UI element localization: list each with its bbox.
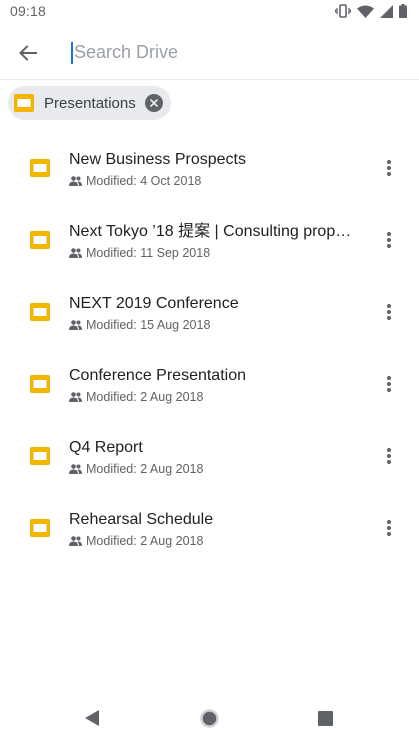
slides-icon — [30, 231, 50, 249]
shared-people-icon — [69, 392, 82, 402]
nav-home-icon[interactable] — [200, 709, 219, 728]
file-title: Conference Presentation — [69, 367, 246, 384]
shared-people-icon — [69, 320, 82, 330]
file-row[interactable]: NEXT 2019 Conference Modified: 15 Aug 20… — [0, 276, 419, 348]
file-title: NEXT 2019 Conference — [69, 295, 239, 312]
file-row[interactable]: Conference Presentation Modified: 2 Aug … — [0, 348, 419, 420]
file-row[interactable]: Rehearsal Schedule Modified: 2 Aug 2018 — [0, 492, 419, 564]
file-meta: Modified: 11 Sep 2018 — [69, 246, 359, 260]
more-options-button[interactable] — [383, 374, 395, 394]
more-vert-icon — [387, 448, 391, 452]
file-text: NEXT 2019 Conference Modified: 15 Aug 20… — [69, 294, 359, 332]
nav-overview-icon[interactable] — [318, 711, 333, 726]
chip-label: Presentations — [44, 94, 136, 112]
shared-people-icon — [69, 464, 82, 474]
more-options-button[interactable] — [383, 518, 395, 538]
file-meta: Modified: 15 Aug 2018 — [69, 318, 359, 332]
file-text: Next Tokyo ’18 提案 | Consulting prop… Mod… — [69, 222, 359, 260]
signal-icon — [380, 4, 393, 18]
slides-icon — [14, 94, 34, 112]
file-modified: Modified: 2 Aug 2018 — [86, 462, 204, 476]
file-modified: Modified: 2 Aug 2018 — [86, 390, 204, 404]
close-icon — [150, 99, 158, 107]
file-title: Q4 Report — [69, 439, 143, 456]
vibrate-icon — [335, 4, 351, 18]
file-meta: Modified: 2 Aug 2018 — [69, 462, 359, 476]
file-title: Next Tokyo ’18 提案 | Consulting prop… — [69, 223, 352, 240]
status-time: 09:18 — [10, 3, 47, 19]
slides-icon — [30, 447, 50, 465]
file-text: New Business Prospects Modified: 4 Oct 2… — [69, 150, 359, 188]
file-text: Rehearsal Schedule Modified: 2 Aug 2018 — [69, 510, 359, 548]
arrow-back-icon — [19, 44, 37, 61]
file-meta: Modified: 2 Aug 2018 — [69, 534, 359, 548]
status-icons — [335, 4, 407, 18]
more-vert-icon — [387, 376, 391, 380]
file-modified: Modified: 4 Oct 2018 — [86, 174, 202, 188]
clear-filter-button[interactable] — [145, 94, 163, 112]
file-title: New Business Prospects — [69, 151, 246, 168]
status-bar: 09:18 — [0, 0, 419, 22]
back-button[interactable] — [0, 26, 56, 80]
more-vert-icon — [387, 160, 391, 164]
file-row[interactable]: Next Tokyo ’18 提案 | Consulting prop… Mod… — [0, 204, 419, 276]
shared-people-icon — [69, 536, 82, 546]
more-options-button[interactable] — [383, 230, 395, 250]
file-row[interactable]: New Business Prospects Modified: 4 Oct 2… — [0, 132, 419, 204]
file-modified: Modified: 2 Aug 2018 — [86, 534, 204, 548]
system-nav-bar — [0, 698, 419, 737]
more-options-button[interactable] — [383, 158, 395, 178]
file-list: New Business Prospects Modified: 4 Oct 2… — [0, 132, 419, 564]
more-vert-icon — [387, 232, 391, 236]
file-row[interactable]: Q4 Report Modified: 2 Aug 2018 — [0, 420, 419, 492]
wifi-icon — [357, 5, 374, 18]
search-bar — [0, 26, 419, 80]
slides-icon — [30, 519, 50, 537]
nav-back-icon[interactable] — [85, 710, 99, 726]
slides-icon — [30, 159, 50, 177]
shared-people-icon — [69, 176, 82, 186]
more-vert-icon — [387, 304, 391, 308]
slides-icon — [30, 375, 50, 393]
more-options-button[interactable] — [383, 446, 395, 466]
file-modified: Modified: 15 Aug 2018 — [86, 318, 211, 332]
file-meta: Modified: 2 Aug 2018 — [69, 390, 359, 404]
more-vert-icon — [387, 520, 391, 524]
slides-icon — [30, 303, 50, 321]
file-title: Rehearsal Schedule — [69, 511, 214, 528]
battery-icon — [399, 4, 407, 18]
shared-people-icon — [69, 248, 82, 258]
file-text: Conference Presentation Modified: 2 Aug … — [69, 366, 359, 404]
filter-chip-presentations[interactable]: Presentations — [8, 86, 171, 120]
file-text: Q4 Report Modified: 2 Aug 2018 — [69, 438, 359, 476]
more-options-button[interactable] — [383, 302, 395, 322]
search-input[interactable] — [71, 41, 371, 64]
file-modified: Modified: 11 Sep 2018 — [86, 246, 211, 260]
file-meta: Modified: 4 Oct 2018 — [69, 174, 359, 188]
